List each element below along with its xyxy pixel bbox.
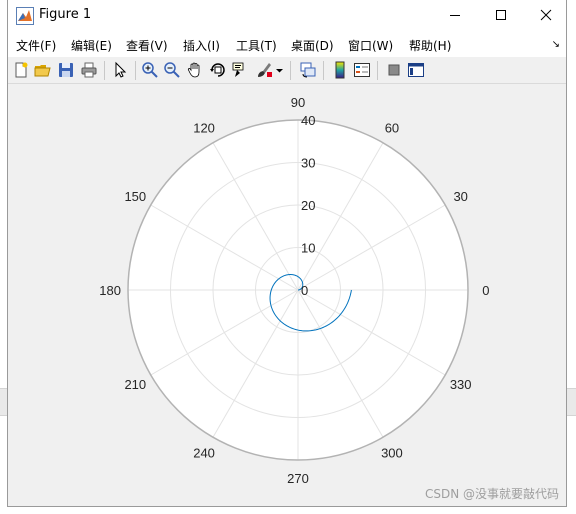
- rotate-3d-icon[interactable]: [209, 61, 227, 79]
- link-plot-icon[interactable]: [299, 61, 317, 79]
- toolbar-separator: [135, 61, 136, 80]
- theta-tick-label: 120: [193, 120, 215, 135]
- close-button[interactable]: [523, 0, 566, 31]
- r-tick-label: 40: [301, 113, 315, 128]
- menu-insert[interactable]: 插入(I): [183, 37, 220, 54]
- r-tick-label: 10: [301, 241, 315, 256]
- brush-dropdown-icon[interactable]: [275, 61, 284, 79]
- window-title: Figure 1: [39, 7, 92, 22]
- theta-tick-label: 330: [450, 377, 472, 392]
- maximize-button[interactable]: [478, 0, 524, 31]
- menu-file[interactable]: 文件(F): [16, 37, 56, 54]
- menu-help[interactable]: 帮助(H): [409, 37, 451, 54]
- title-bar[interactable]: Figure 1: [8, 0, 566, 31]
- minimize-button[interactable]: [432, 0, 478, 31]
- theta-tick-label: 30: [453, 189, 467, 204]
- matlab-logo-icon: [16, 7, 34, 25]
- r-tick-label: 30: [301, 156, 315, 171]
- zoom-out-icon[interactable]: [163, 61, 181, 79]
- menu-window[interactable]: 窗口(W): [348, 37, 393, 54]
- brush-icon[interactable]: [255, 61, 273, 79]
- pointer-icon[interactable]: [111, 61, 129, 79]
- data-cursor-icon[interactable]: [231, 61, 249, 79]
- axes-area: 0 30 60 90 120 150 180 210 240 270 300 330 0 10 20 30 40: [8, 84, 567, 507]
- save-icon[interactable]: [57, 61, 75, 79]
- hide-plot-tools-icon[interactable]: [385, 61, 403, 79]
- maximize-icon: [496, 10, 506, 20]
- theta-tick-label: 240: [193, 446, 215, 461]
- figure-window: Figure 1 文件(F) 编辑(E) 查看(V) 插入(I) 工具(T) 桌…: [7, 0, 567, 507]
- colorbar-icon[interactable]: [331, 61, 349, 79]
- theta-tick-label: 60: [385, 120, 399, 135]
- polar-plot[interactable]: 0 30 60 90 120 150 180 210 240 270 300 330 0 10 20 30 40: [8, 84, 567, 507]
- dock-arrow-icon[interactable]: ↘: [552, 39, 560, 50]
- print-icon[interactable]: [80, 61, 98, 79]
- show-plot-tools-icon[interactable]: [407, 61, 425, 79]
- toolbar-separator: [377, 61, 378, 80]
- toolbar-separator: [323, 61, 324, 80]
- menu-view[interactable]: 查看(V): [126, 37, 168, 54]
- theta-tick-label: 180: [99, 283, 121, 298]
- r-tick-label: 20: [301, 198, 315, 213]
- menu-desktop[interactable]: 桌面(D): [291, 37, 334, 54]
- menu-tools[interactable]: 工具(T): [236, 37, 277, 54]
- r-tick-label: 0: [301, 283, 308, 298]
- toolbar-separator: [290, 61, 291, 80]
- new-figure-icon[interactable]: [12, 61, 30, 79]
- minimize-icon: [450, 15, 460, 16]
- open-file-icon[interactable]: [34, 61, 52, 79]
- watermark-text: CSDN @没事就要敲代码: [424, 487, 559, 501]
- pan-icon[interactable]: [186, 61, 204, 79]
- menu-bar: 文件(F) 编辑(E) 查看(V) 插入(I) 工具(T) 桌面(D) 窗口(W…: [8, 31, 566, 57]
- theta-tick-label: 210: [124, 377, 146, 392]
- figure-toolbar: [8, 57, 566, 84]
- legend-icon[interactable]: [353, 61, 371, 79]
- close-icon: [540, 9, 552, 21]
- theta-tick-label: 300: [381, 446, 403, 461]
- theta-tick-label: 150: [124, 189, 146, 204]
- zoom-in-icon[interactable]: [141, 61, 159, 79]
- theta-tick-label: 270: [287, 471, 309, 486]
- theta-tick-label: 90: [291, 95, 305, 110]
- toolbar-separator: [104, 61, 105, 80]
- theta-tick-label: 0: [482, 283, 489, 298]
- menu-edit[interactable]: 编辑(E): [71, 37, 112, 54]
